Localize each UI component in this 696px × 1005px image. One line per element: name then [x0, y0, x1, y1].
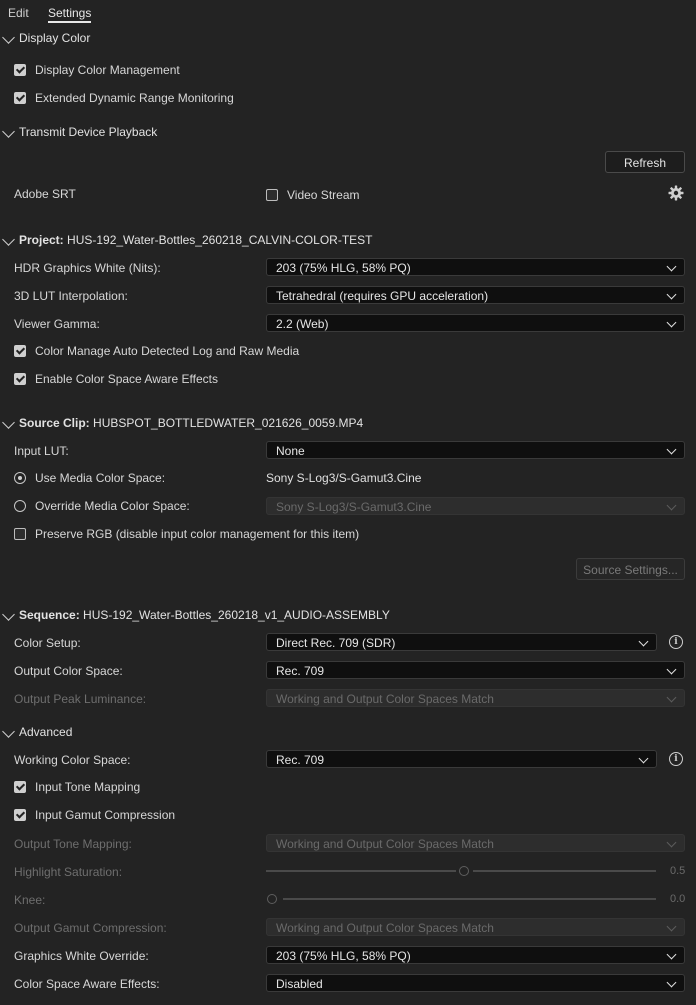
viewer-gamma-dropdown[interactable]: 2.2 (Web) — [266, 314, 685, 332]
chevron-down-icon — [666, 261, 677, 272]
section-source-clip[interactable]: Source Clip: HUBSPOT_BOTTLEDWATER_021626… — [2, 415, 363, 431]
chevron-down-icon — [638, 636, 649, 647]
adobe-srt-label: Adobe SRT — [14, 187, 76, 201]
highlight-saturation-label: Highlight Saturation: — [14, 865, 123, 879]
override-color-space-dropdown[interactable]: Sony S-Log3/S-Gamut3.Cine — [266, 497, 685, 515]
section-project[interactable]: Project: HUS-192_Water-Bottles_260218_CA… — [2, 232, 372, 248]
override-media-color-space-option[interactable]: Override Media Color Space: — [14, 498, 190, 514]
working-color-space-dropdown[interactable]: Rec. 709 — [266, 750, 657, 768]
input-lut-label: Input LUT: — [14, 444, 69, 458]
knee-track[interactable] — [283, 898, 656, 900]
output-gamut-compression-dropdown[interactable]: Working and Output Color Spaces Match — [266, 918, 685, 936]
highlight-saturation-track[interactable] — [266, 870, 456, 872]
output-peak-luminance-label: Output Peak Luminance: — [14, 692, 147, 706]
chevron-down-icon — [666, 444, 677, 455]
chevron-down-icon — [2, 724, 15, 738]
chevron-down-icon — [666, 921, 677, 932]
chevron-down-icon — [638, 753, 649, 764]
chevron-down-icon — [2, 607, 15, 621]
output-gamut-compression-label: Output Gamut Compression: — [14, 921, 167, 935]
tab-edit[interactable]: Edit — [8, 6, 29, 20]
output-color-space-dropdown[interactable]: Rec. 709 — [266, 661, 685, 679]
lut-interpolation-label: 3D LUT Interpolation: — [14, 289, 128, 303]
extended-dynamic-range-option[interactable]: Extended Dynamic Range Monitoring — [14, 90, 234, 106]
info-icon[interactable]: i — [669, 752, 683, 766]
media-color-space-value: Sony S-Log3/S-Gamut3.Cine — [266, 471, 422, 485]
auto-detected-log-option[interactable]: Color Manage Auto Detected Log and Raw M… — [14, 343, 299, 359]
highlight-saturation-slider[interactable] — [459, 866, 469, 876]
lut-interpolation-dropdown[interactable]: Tetrahedral (requires GPU acceleration) — [266, 286, 685, 304]
checkbox[interactable] — [14, 372, 26, 385]
working-color-space-label: Working Color Space: — [14, 753, 131, 767]
video-stream-option[interactable]: Video Stream — [266, 187, 360, 203]
checkbox[interactable] — [266, 188, 278, 201]
chevron-down-icon — [2, 415, 15, 429]
radio-button[interactable] — [14, 499, 26, 512]
highlight-saturation-track[interactable] — [473, 870, 656, 872]
section-display-color[interactable]: Display Color — [2, 30, 90, 46]
output-peak-luminance-dropdown[interactable]: Working and Output Color Spaces Match — [266, 689, 685, 707]
output-tone-mapping-label: Output Tone Mapping: — [14, 837, 132, 851]
refresh-button[interactable]: Refresh — [605, 151, 685, 173]
tab-settings[interactable]: Settings — [48, 6, 92, 23]
highlight-saturation-value: 0.5 — [670, 865, 686, 877]
chevron-down-icon — [666, 317, 677, 328]
color-space-aware-effects-label: Color Space Aware Effects: — [14, 977, 160, 991]
chevron-down-icon — [666, 500, 677, 511]
viewer-gamma-label: Viewer Gamma: — [14, 317, 100, 331]
radio-button[interactable] — [14, 471, 26, 484]
input-gamut-compression-option[interactable]: Input Gamut Compression — [14, 807, 175, 823]
tab-bar: Edit Settings — [0, 0, 696, 26]
chevron-down-icon — [2, 124, 15, 138]
graphics-white-override-label: Graphics White Override: — [14, 949, 149, 963]
use-media-color-space-option[interactable]: Use Media Color Space: — [14, 470, 165, 486]
chevron-down-icon — [2, 30, 15, 44]
gear-icon[interactable] — [668, 185, 684, 201]
checkbox[interactable] — [14, 527, 26, 540]
checkbox[interactable] — [14, 808, 26, 821]
color-space-aware-effects-dropdown[interactable]: Disabled — [266, 974, 685, 992]
chevron-down-icon — [2, 232, 15, 246]
output-color-space-label: Output Color Space: — [14, 664, 123, 678]
output-tone-mapping-dropdown[interactable]: Working and Output Color Spaces Match — [266, 834, 685, 852]
info-icon[interactable]: i — [669, 635, 683, 649]
checkbox[interactable] — [14, 91, 26, 104]
graphics-white-override-dropdown[interactable]: 203 (75% HLG, 58% PQ) — [266, 946, 685, 964]
hdr-graphics-white-dropdown[interactable]: 203 (75% HLG, 58% PQ) — [266, 258, 685, 276]
display-color-management-option[interactable]: Display Color Management — [14, 62, 180, 78]
chevron-down-icon — [666, 289, 677, 300]
chevron-down-icon — [666, 837, 677, 848]
chevron-down-icon — [666, 949, 677, 960]
preserve-rgb-option[interactable]: Preserve RGB (disable input color manage… — [14, 526, 359, 542]
hdr-graphics-white-label: HDR Graphics White (Nits): — [14, 261, 161, 275]
color-setup-dropdown[interactable]: Direct Rec. 709 (SDR) — [266, 633, 657, 651]
section-transmit[interactable]: Transmit Device Playback — [2, 124, 157, 140]
section-sequence[interactable]: Sequence: HUS-192_Water-Bottles_260218_v… — [2, 607, 390, 623]
knee-slider[interactable] — [267, 894, 277, 904]
checkbox[interactable] — [14, 780, 26, 793]
chevron-down-icon — [666, 977, 677, 988]
color-space-aware-effects-option[interactable]: Enable Color Space Aware Effects — [14, 371, 218, 387]
input-tone-mapping-option[interactable]: Input Tone Mapping — [14, 779, 140, 795]
source-settings-button[interactable]: Source Settings... — [576, 558, 685, 580]
chevron-down-icon — [666, 692, 677, 703]
knee-value: 0.0 — [670, 893, 686, 905]
color-setup-label: Color Setup: — [14, 636, 81, 650]
knee-label: Knee: — [14, 893, 46, 907]
input-lut-dropdown[interactable]: None — [266, 441, 685, 459]
checkbox[interactable] — [14, 344, 26, 357]
section-advanced[interactable]: Advanced — [2, 724, 72, 740]
chevron-down-icon — [666, 664, 677, 675]
checkbox[interactable] — [14, 63, 26, 76]
